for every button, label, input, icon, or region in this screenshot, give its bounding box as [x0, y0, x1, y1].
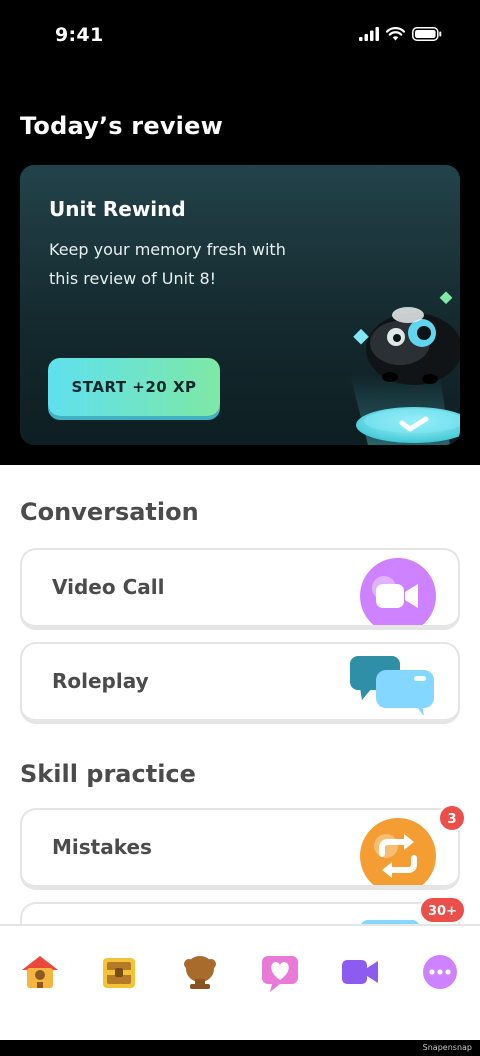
video-call-label: Video Call: [52, 575, 165, 599]
unit-rewind-card[interactable]: Unit Rewind Keep your memory fresh with …: [20, 165, 460, 445]
mascot-illustration: [330, 285, 460, 445]
start-review-button[interactable]: START +20 XP: [48, 358, 220, 416]
watermark: Snapensnap: [422, 1043, 472, 1052]
mistakes-label: Mistakes: [52, 835, 152, 859]
conversation-heading: Conversation: [20, 498, 199, 526]
skill-practice-heading: Skill practice: [20, 760, 196, 788]
heart-icon[interactable]: [260, 952, 300, 992]
card-description: Keep your memory fresh with this review …: [49, 240, 286, 288]
video-icon[interactable]: [340, 952, 380, 992]
signal-icon: [359, 26, 379, 45]
mistakes-item[interactable]: Mistakes 3: [20, 804, 466, 890]
trophy-icon[interactable]: [180, 952, 220, 992]
bottom-navigation: [0, 924, 480, 1040]
treasure-chest-icon[interactable]: [99, 952, 139, 992]
video-call-item[interactable]: Video Call: [20, 548, 460, 630]
status-time: 9:41: [55, 24, 104, 46]
page-title: Today’s review: [20, 112, 223, 140]
home-icon[interactable]: [20, 952, 60, 992]
review-header-section: 9:41 Today’s review Unit Rewind Keep you…: [0, 0, 480, 465]
status-icons: [359, 26, 442, 45]
battery-icon: [412, 26, 442, 45]
card-title: Unit Rewind: [49, 197, 186, 221]
refresh-arrows-icon: [360, 818, 436, 885]
chat-bubbles-icon: [350, 652, 436, 719]
more-icon[interactable]: [420, 952, 460, 992]
item-count-badge: 30+: [419, 896, 466, 924]
wifi-icon: [385, 26, 406, 45]
roleplay-label: Roleplay: [52, 669, 149, 693]
roleplay-item[interactable]: Roleplay: [20, 642, 460, 724]
mistakes-count-badge: 3: [438, 804, 466, 832]
home-indicator-bar: Snapensnap: [0, 1040, 480, 1056]
video-camera-icon: [360, 558, 436, 625]
